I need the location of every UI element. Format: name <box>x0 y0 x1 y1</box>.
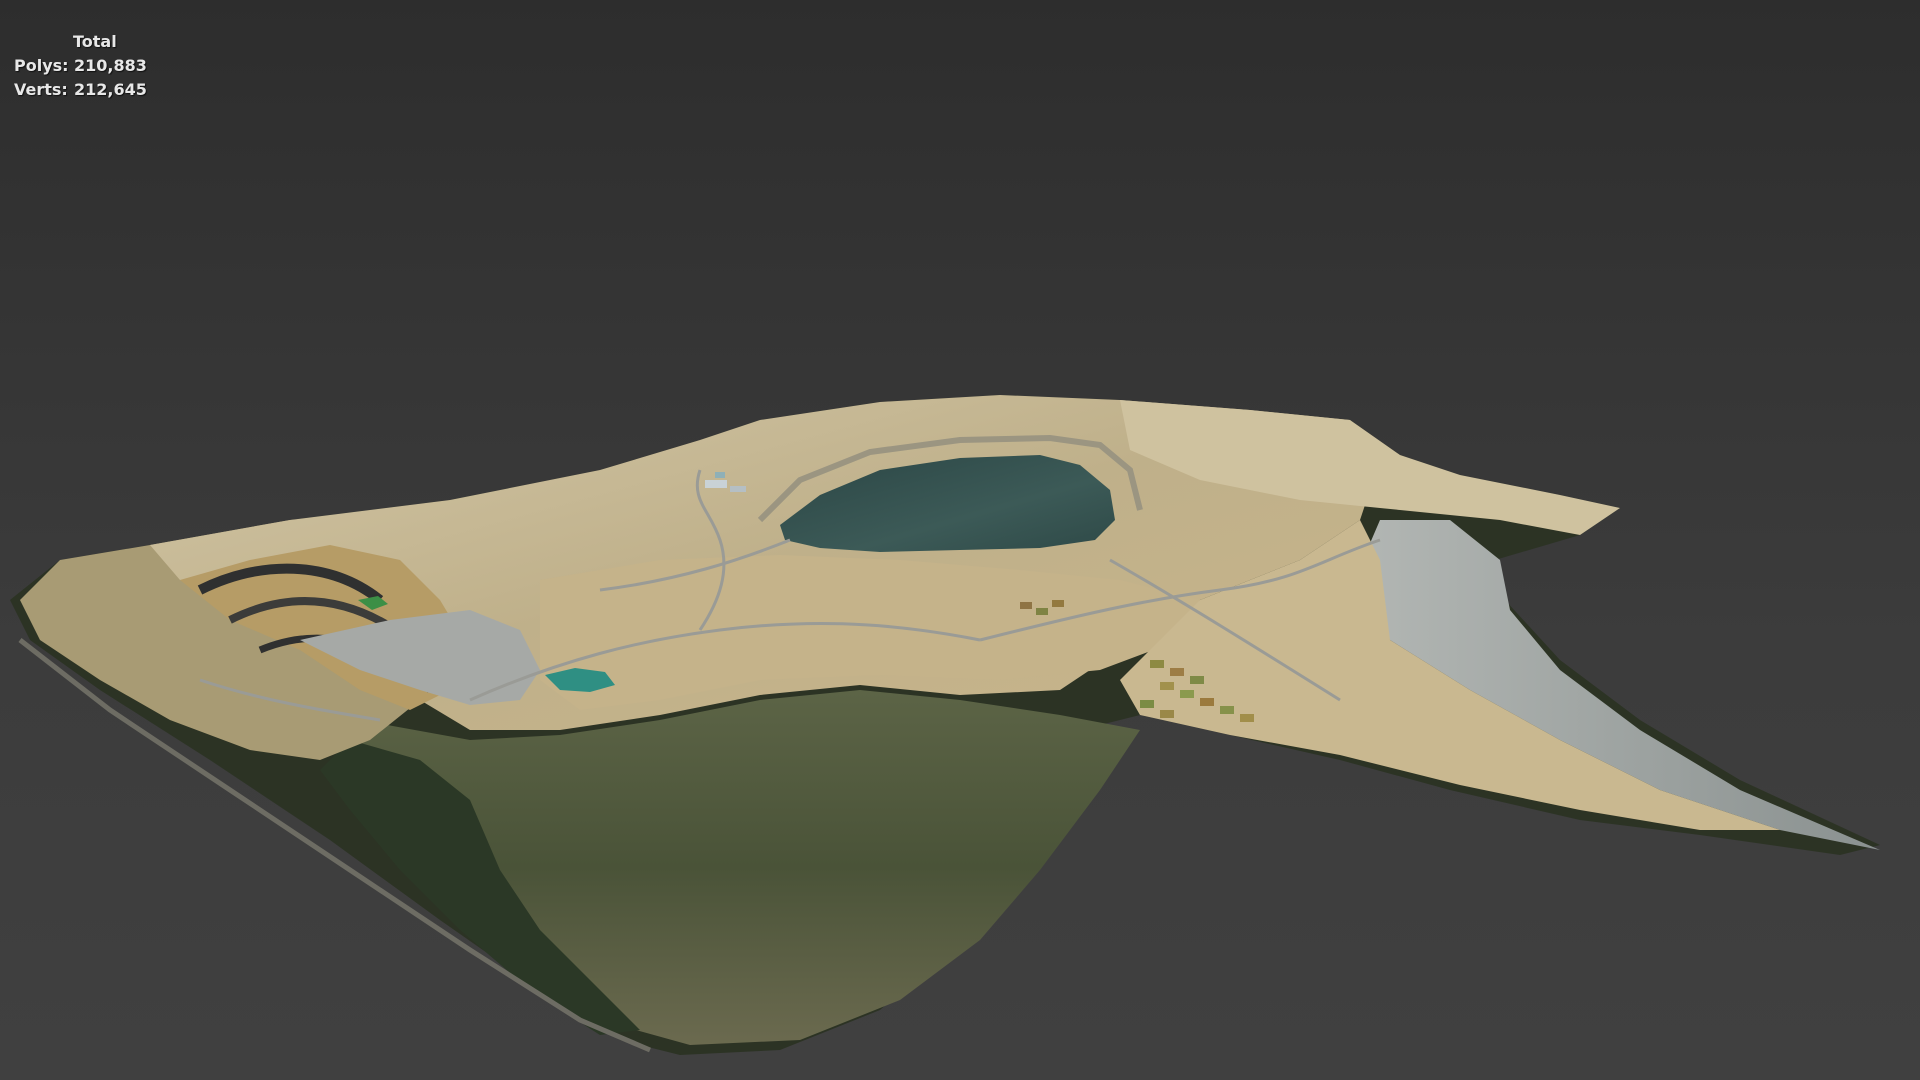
3d-viewport[interactable]: Total Polys: 210,883 Verts: 212,645 <box>0 0 1920 1080</box>
terrain-mesh-model[interactable] <box>0 0 1920 1080</box>
